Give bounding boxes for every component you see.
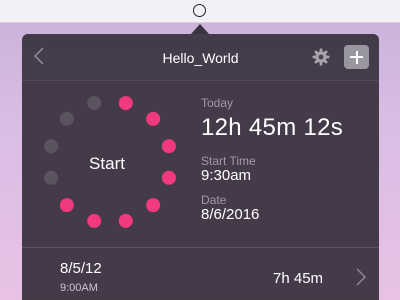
history-date: 8/5/12 <box>60 260 102 277</box>
popover-header: Hello_World <box>22 34 379 81</box>
timer-dot-inactive <box>87 96 102 111</box>
popover-arrow <box>191 24 209 34</box>
timer-dot-active <box>87 213 102 228</box>
date-value: 8/6/2016 <box>201 206 260 223</box>
timer-dot-active <box>146 198 161 213</box>
timer-dot-active <box>118 213 133 228</box>
today-value: 12h 45m 12s <box>201 114 344 141</box>
start-time-value: 9:30am <box>201 167 252 184</box>
timer-dot-active <box>146 111 161 126</box>
chevron-right-icon <box>356 268 367 286</box>
today-label: Today <box>201 96 234 110</box>
timer-dot-active <box>161 170 176 185</box>
timer-dot-inactive <box>59 111 74 126</box>
menu-bar <box>0 0 400 23</box>
start-time-label: Start Time <box>201 154 256 168</box>
start-button[interactable]: Start <box>75 154 139 174</box>
timer-dot-active <box>161 139 176 154</box>
window-title: Hello_World <box>162 50 239 66</box>
history-time: 9:00AM <box>60 282 98 294</box>
circle-icon[interactable] <box>193 4 206 17</box>
timer-dot-inactive <box>44 170 59 185</box>
add-button[interactable] <box>344 45 369 69</box>
chevron-left-icon[interactable] <box>30 45 50 67</box>
date-label: Date <box>201 193 227 207</box>
timer-dot-active <box>59 198 74 213</box>
timer-dot-inactive <box>44 139 59 154</box>
history-duration: 7h 45m <box>273 270 324 287</box>
popover-panel: Hello_World Start Today 12h 45m 12s Star… <box>22 34 379 300</box>
gear-icon[interactable] <box>312 48 330 66</box>
timer-dot-active <box>118 96 133 111</box>
divider <box>22 247 379 248</box>
